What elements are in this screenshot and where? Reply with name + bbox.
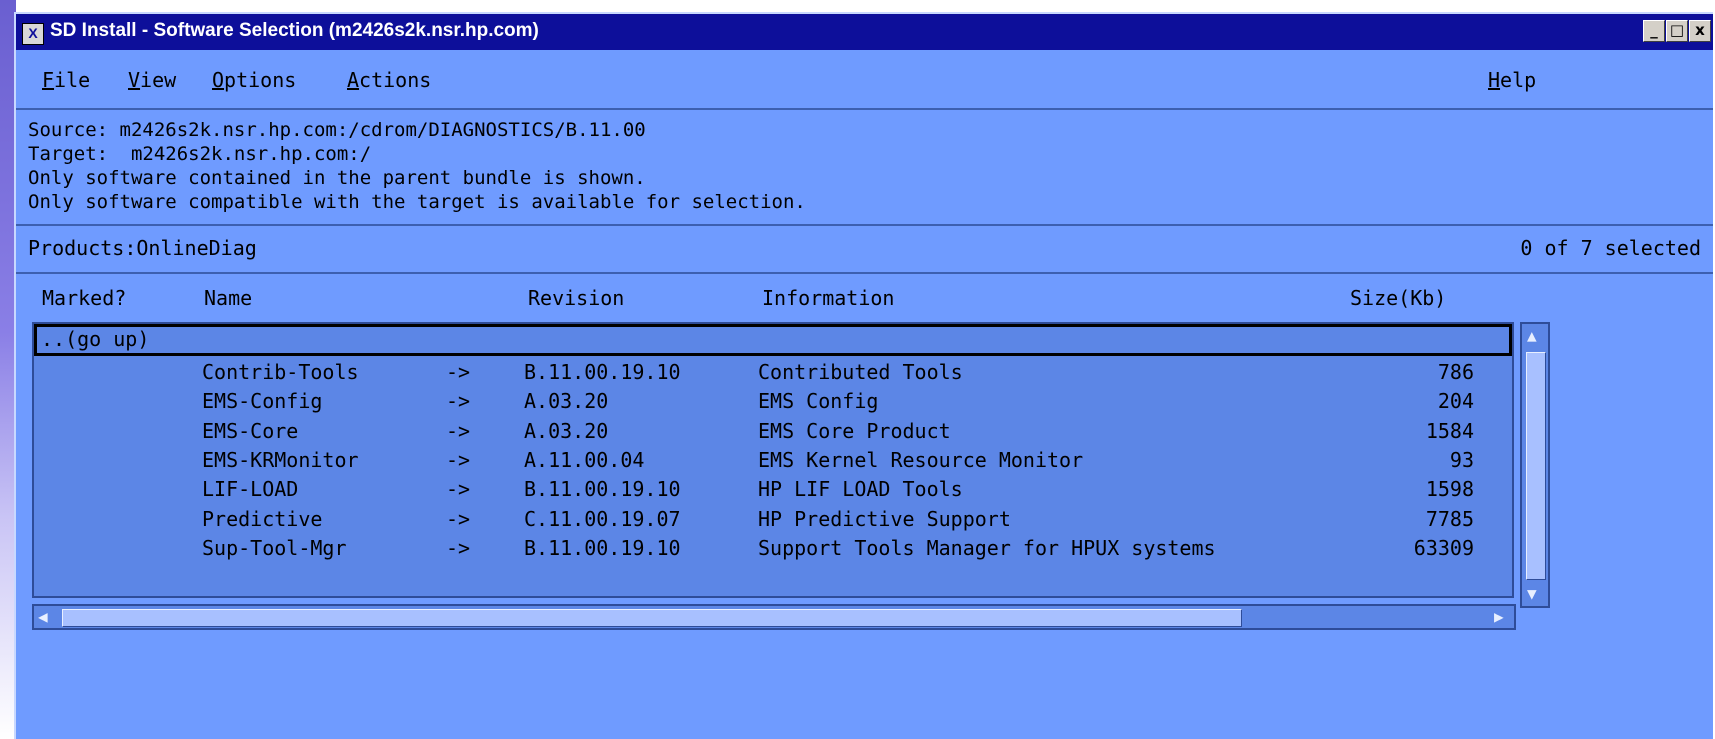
- row-name-cell: Contrib-Tools: [202, 360, 359, 384]
- menu-view[interactable]: View: [128, 68, 176, 92]
- table-row[interactable]: Predictive -> C.11.00.19.07 HP Predictive S…: [34, 507, 1512, 536]
- row-information-cell: EMS Config: [758, 389, 879, 414]
- menu-file[interactable]: File: [42, 68, 90, 92]
- compat-note: Only software compatible with the target…: [28, 191, 806, 213]
- column-header-revision[interactable]: Revision: [528, 286, 624, 310]
- row-revision-cell: B.11.00.19.10: [524, 360, 681, 384]
- column-header-information[interactable]: Information: [762, 286, 894, 310]
- sd-install-window: X SD Install - Software Selection (m2426…: [14, 12, 1713, 739]
- software-list: ..(go up) Contrib-Tools -> B.11.00.19.10 Co…: [32, 322, 1514, 598]
- vertical-scrollbar[interactable]: ▲ ▼: [1520, 322, 1550, 608]
- row-arrow-cell: ->: [446, 389, 471, 414]
- table-row[interactable]: Sup-Tool-Mgr -> B.11.00.19.10 Support Tools…: [34, 536, 1512, 565]
- products-label: Products:OnlineDiag: [28, 236, 257, 260]
- row-revision-cell: B.11.00.19.10: [524, 535, 681, 560]
- separator: [16, 272, 1713, 274]
- row-information-cell: Support Tools Manager for HPUX systems: [758, 535, 1216, 560]
- source-target-info: Source: m2426s2k.nsr.hp.com:/cdrom/DIAGN…: [28, 118, 806, 214]
- window-title: SD Install - Software Selection (m2426s2…: [50, 20, 539, 41]
- menu-actions[interactable]: Actions: [347, 68, 431, 92]
- row-size-cell: 63309: [1413, 535, 1474, 560]
- menu-help[interactable]: Help: [1488, 68, 1536, 92]
- column-header-name[interactable]: Name: [204, 286, 252, 310]
- row-revision-cell: A.11.00.04: [524, 447, 645, 472]
- row-name-cell: LIF-LOAD: [202, 477, 299, 502]
- table-row[interactable]: LIF-LOAD -> B.11.00.19.10 HP LIF LOAD Tools…: [34, 477, 1512, 506]
- row-size-cell: 204: [1437, 389, 1474, 414]
- x-window-icon[interactable]: X: [22, 23, 44, 45]
- target-line: Target: m2426s2k.nsr.hp.com:/: [28, 143, 372, 165]
- row-arrow-cell: ->: [446, 477, 471, 502]
- row-arrow-cell: ->: [446, 418, 471, 443]
- row-name-cell: EMS-KRMonitor: [202, 447, 359, 472]
- row-arrow-cell: ->: [446, 506, 471, 531]
- row-size-cell: 7785: [1425, 506, 1474, 531]
- scroll-left-icon[interactable]: ◀: [38, 609, 48, 625]
- products-bar: Products:OnlineDiag 0 of 7 selected: [28, 236, 1701, 266]
- title-bar[interactable]: X SD Install - Software Selection (m2426…: [16, 14, 1713, 50]
- separator: [16, 224, 1713, 226]
- row-revision-cell: A.03.20: [524, 418, 609, 443]
- scroll-right-icon[interactable]: ▶: [1494, 609, 1504, 625]
- row-size-cell: 1598: [1425, 477, 1474, 502]
- row-name-cell: EMS-Config: [202, 389, 323, 414]
- table-row[interactable]: EMS-Config -> A.03.20 EMS Config 204: [34, 389, 1512, 418]
- row-information-cell: EMS Kernel Resource Monitor: [758, 447, 1084, 472]
- vertical-scroll-thumb[interactable]: [1526, 352, 1546, 580]
- row-name-cell: EMS-Core: [202, 418, 299, 443]
- row-revision-cell: B.11.00.19.10: [524, 477, 681, 502]
- row-name-cell: Sup-Tool-Mgr: [202, 535, 347, 560]
- bundle-note: Only software contained in the parent bu…: [28, 167, 646, 189]
- close-icon[interactable]: x: [1689, 20, 1711, 42]
- row-size-cell: 786: [1437, 360, 1474, 384]
- menu-bar: File View Options Actions Help: [16, 50, 1713, 110]
- go-up-item[interactable]: ..(go up): [34, 324, 1512, 356]
- row-revision-cell: A.03.20: [524, 389, 609, 414]
- row-size-cell: 1584: [1425, 418, 1474, 443]
- horizontal-scrollbar[interactable]: ◀ ▶: [32, 604, 1516, 630]
- column-header-size[interactable]: Size(Kb): [1350, 286, 1446, 310]
- scroll-down-icon[interactable]: ▼: [1527, 586, 1537, 602]
- source-line: Source: m2426s2k.nsr.hp.com:/cdrom/DIAGN…: [28, 119, 646, 141]
- menu-options[interactable]: Options: [212, 68, 296, 92]
- row-information-cell: HP Predictive Support: [758, 506, 1011, 531]
- row-arrow-cell: ->: [446, 360, 471, 384]
- maximize-icon[interactable]: □: [1666, 20, 1688, 42]
- horizontal-scroll-thumb[interactable]: [62, 609, 1242, 627]
- row-information-cell: HP LIF LOAD Tools: [758, 477, 963, 502]
- table-row[interactable]: EMS-Core -> A.03.20 EMS Core Product 1584: [34, 419, 1512, 448]
- table-row[interactable]: Contrib-Tools -> B.11.00.19.10 Contributed …: [34, 360, 1512, 389]
- column-header-marked[interactable]: Marked?: [42, 286, 126, 310]
- row-arrow-cell: ->: [446, 535, 471, 560]
- row-revision-cell: C.11.00.19.07: [524, 506, 681, 531]
- row-arrow-cell: ->: [446, 447, 471, 472]
- row-information-cell: Contributed Tools: [758, 360, 963, 384]
- selection-count: 0 of 7 selected: [1520, 236, 1701, 260]
- scroll-up-icon[interactable]: ▲: [1527, 328, 1537, 344]
- table-row[interactable]: EMS-KRMonitor -> A.11.00.04 EMS Kernel Reso…: [34, 448, 1512, 477]
- row-name-cell: Predictive: [202, 506, 323, 531]
- row-information-cell: EMS Core Product: [758, 418, 951, 443]
- row-size-cell: 93: [1449, 447, 1474, 472]
- minimize-icon[interactable]: _: [1643, 20, 1665, 42]
